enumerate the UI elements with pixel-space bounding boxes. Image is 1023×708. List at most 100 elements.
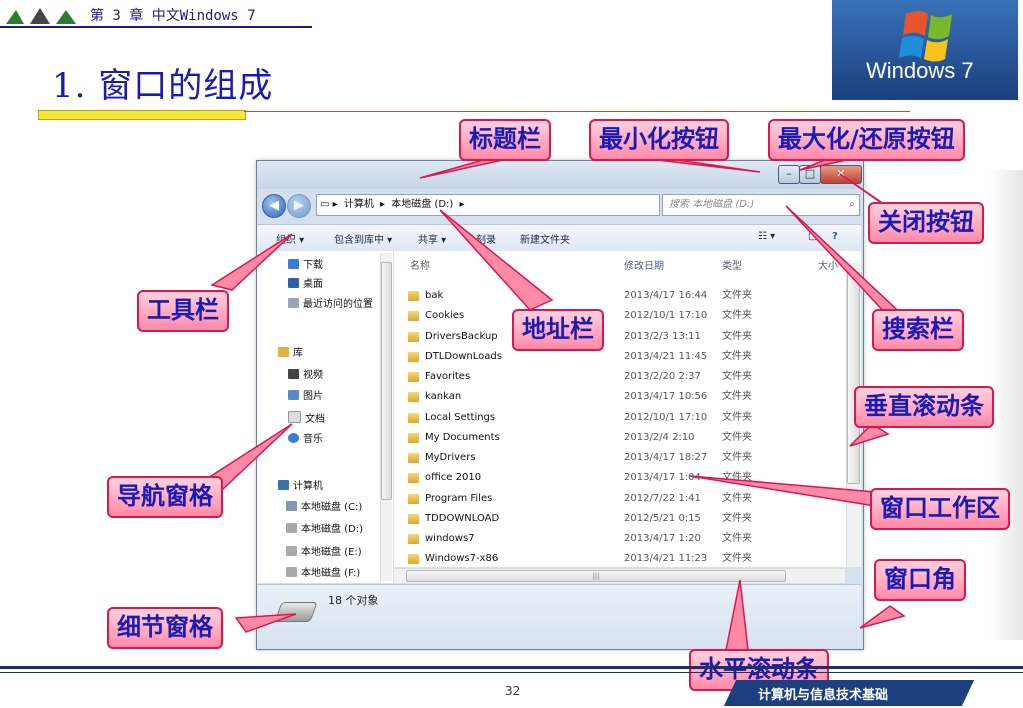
search-icon[interactable]: ⌕ [849,195,855,215]
organize-button[interactable]: 组织 ▾ [276,231,304,246]
include-library-button[interactable]: 包含到库中 ▾ [334,231,392,246]
help-icon[interactable]: ? [832,231,838,242]
nav-item-libraries[interactable]: 库 [278,346,303,362]
file-row[interactable]: TDDOWNLOAD 2012/5/21 0:15 文件夹 [408,509,838,529]
folder-icon [408,494,419,504]
documents-icon [288,411,301,423]
crumb-separator: ▸ [459,199,465,210]
close-button[interactable]: ✕ [820,165,862,184]
folder-icon [408,352,419,362]
nav-item-drive-c[interactable]: 本地磁盘 (C:) [286,500,362,516]
folder-icon [408,554,419,564]
burn-button[interactable]: 刻录 [476,231,496,246]
desktop-icon [288,278,299,288]
column-header-name[interactable]: 名称 [410,257,430,272]
column-header-type[interactable]: 类型 [722,257,742,272]
nav-item-desktop[interactable]: 桌面 [288,277,323,293]
callout-close: 关闭按钮 [868,202,984,244]
drive-icon [286,501,297,511]
windows-logo-text: Windows 7 [866,58,974,83]
minimize-button[interactable]: – [778,165,800,184]
nav-pane-scroll-thumb[interactable] [381,262,392,500]
nav-item-pictures[interactable]: 图片 [288,389,323,405]
nav-item-recent[interactable]: 最近访问的位置 [288,297,373,313]
drive-icon: ▭ ▸ [320,199,338,210]
decorative-band [990,170,1023,640]
search-input[interactable]: 搜索 本地磁盘 (D:) ⌕ [662,194,860,216]
view-options-icon[interactable]: ☷ ▾ [758,231,775,242]
chapter-underline [0,26,312,28]
preview-pane-icon[interactable]: ▢ [808,231,817,242]
file-row[interactable]: Windows7-x86 2013/4/21 11:23 文件夹 [408,549,838,569]
library-icon [278,347,289,357]
file-row[interactable]: Program Files 2012/7/22 1:41 文件夹 [408,489,838,509]
folder-icon [408,372,419,382]
nav-item-downloads[interactable]: 下载 [288,258,323,274]
page-number: 32 [505,684,521,698]
nav-item-documents[interactable]: 文档 [288,411,325,427]
drive-icon [286,523,297,533]
file-row[interactable]: Cookies 2012/10/1 17:10 文件夹 [408,306,838,326]
file-row[interactable]: DTLDownLoads 2013/4/21 11:45 文件夹 [408,347,838,367]
folder-icon [408,534,419,544]
file-row[interactable]: office 2010 2013/4/17 1:04 文件夹 [408,468,838,488]
callout-minimize: 最小化按钮 [589,119,729,161]
horizontal-scroll-thumb[interactable]: ||| [406,570,786,582]
music-icon [288,433,299,443]
nav-item-computer[interactable]: 计算机 [278,479,323,495]
new-folder-button[interactable]: 新建文件夹 [520,231,570,246]
callout-vertical-scrollbar: 垂直滚动条 [854,386,994,428]
download-icon [288,259,299,269]
callout-maximize-restore: 最大化/还原按钮 [768,119,965,161]
file-row[interactable]: kankan 2013/4/17 10:56 文件夹 [408,387,838,407]
nav-item-drive-e[interactable]: 本地磁盘 (E:) [286,545,362,561]
column-header-date[interactable]: 修改日期 [624,257,664,272]
address-bar[interactable]: ▭ ▸ 计算机 ▸ 本地磁盘 (D:) ▸ [316,194,660,216]
nav-item-drive-d[interactable]: 本地磁盘 (D:) [286,522,363,538]
file-row[interactable]: bak 2013/4/17 16:44 文件夹 [408,286,838,306]
title-bar[interactable] [257,161,861,189]
title-rule [244,111,910,112]
folder-icon [408,291,419,301]
file-row[interactable]: windows7 2013/4/17 1:20 文件夹 [408,529,838,549]
windows-logo-icon [832,0,1018,100]
share-button[interactable]: 共享 ▾ [418,231,446,246]
crumb-separator: ▸ [380,199,386,210]
folder-icon [408,514,419,524]
recent-places-icon [288,298,299,308]
callout-title-bar: 标题栏 [459,119,551,161]
callout-navigation-pane: 导航窗格 [107,476,223,518]
vertical-scroll-thumb[interactable] [847,272,860,484]
folder-icon [408,433,419,443]
title-accent-bar [38,110,246,120]
chapter-icons [4,4,82,26]
callout-toolbar: 工具栏 [137,290,229,332]
column-header-size[interactable]: 大小 [818,257,838,272]
callout-window-corner: 窗口角 [874,559,966,601]
callout-details-pane: 细节窗格 [107,607,223,649]
crumb-drive-d[interactable]: 本地磁盘 (D:) [391,199,453,210]
forward-icon[interactable]: ▶ [287,194,311,218]
computer-icon [278,480,289,490]
search-placeholder: 搜索 本地磁盘 (D:) [669,199,755,210]
folder-icon [408,413,419,423]
nav-item-music[interactable]: 音乐 [288,432,323,448]
maximize-button[interactable]: □ [799,165,821,184]
footer-banner-text: 计算机与信息技术基础 [758,688,889,703]
file-row[interactable]: Local Settings 2012/10/1 17:10 文件夹 [408,408,838,428]
file-row[interactable]: Favorites 2013/2/20 2:37 文件夹 [408,367,838,387]
video-icon [288,369,299,379]
folder-icon [408,332,419,342]
back-icon[interactable]: ◀ [262,194,286,218]
file-row[interactable]: DriversBackup 2013/2/3 13:11 文件夹 [408,327,838,347]
nav-item-videos[interactable]: 视频 [288,368,323,384]
callout-address-bar: 地址栏 [512,309,604,351]
drive-icon [286,546,297,556]
footer-rule [0,666,1023,669]
object-count: 18 个对象 [328,594,379,607]
nav-item-drive-f[interactable]: 本地磁盘 (F:) [286,566,360,582]
crumb-computer[interactable]: 计算机 [344,199,374,210]
slide-title: 1. 窗口的组成 [52,66,274,106]
file-row[interactable]: MyDrivers 2013/4/17 18:27 文件夹 [408,448,838,468]
file-row[interactable]: My Documents 2013/2/4 2:10 文件夹 [408,428,838,448]
